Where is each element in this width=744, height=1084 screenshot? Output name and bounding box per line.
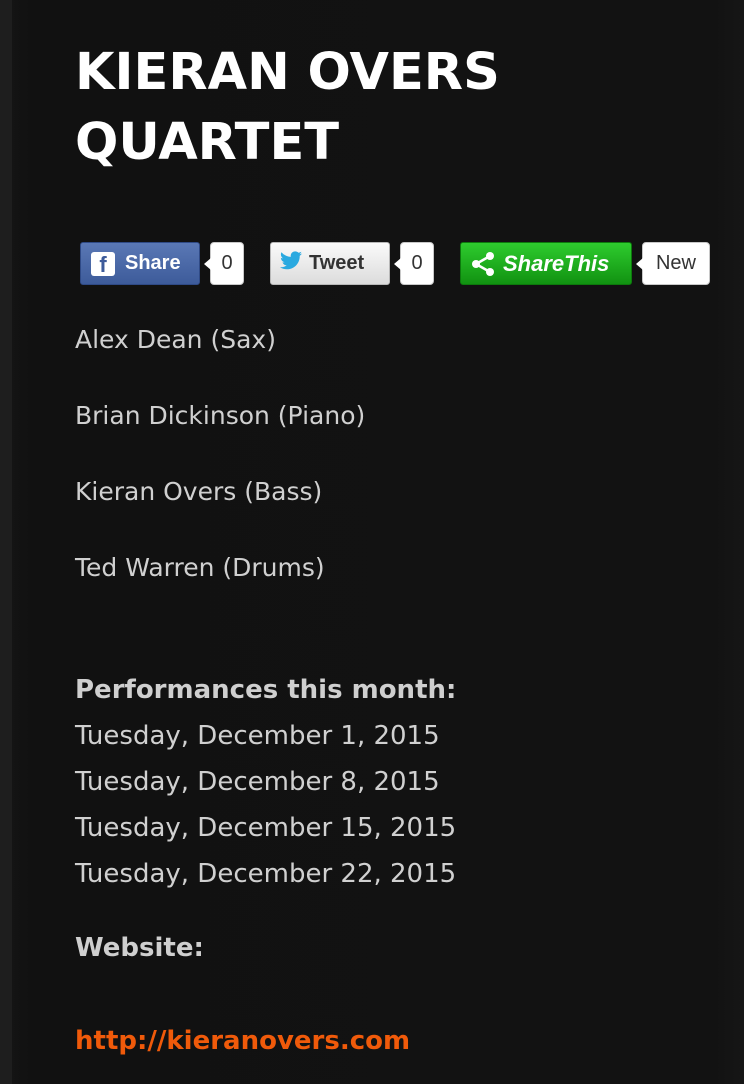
member-item: Ted Warren (Drums) — [75, 553, 325, 582]
facebook-share-button[interactable]: f Share — [80, 242, 200, 285]
sharethis-new-badge: New — [636, 242, 710, 285]
website-link[interactable]: http://kieranovers.com — [75, 1021, 410, 1061]
sharethis-button[interactable]: ShareThis — [460, 242, 632, 285]
member-item: Brian Dickinson (Piano) — [75, 401, 366, 430]
band-header: KIERAN OVERS QUARTET — [75, 38, 725, 178]
performances-section: Performances this month: Tuesday, Decemb… — [75, 670, 456, 900]
facebook-share-label: Share — [125, 252, 181, 274]
performance-dates-list: Tuesday, December 1, 2015 Tuesday, Decem… — [75, 716, 456, 900]
member-item: Alex Dean (Sax) — [75, 325, 276, 354]
facebook-icon: f — [91, 251, 115, 277]
share-icon — [469, 250, 497, 278]
band-members-list: Alex Dean (Sax) Brian Dickinson (Piano) … — [75, 320, 365, 624]
performance-date: Tuesday, December 15, 2015 — [75, 813, 457, 843]
page-title-line-1: KIERAN OVERS — [75, 43, 500, 102]
performance-date: Tuesday, December 1, 2015 — [75, 721, 440, 751]
twitter-tweet-button[interactable]: Tweet — [270, 242, 390, 285]
twitter-bird-icon — [279, 250, 303, 278]
performance-date: Tuesday, December 22, 2015 — [75, 859, 457, 889]
sharethis-label: ShareThis — [503, 250, 610, 276]
page-left-border — [0, 0, 12, 1084]
website-label: Website: — [75, 933, 204, 963]
twitter-tweet-label: Tweet — [309, 252, 365, 274]
performance-date: Tuesday, December 8, 2015 — [75, 767, 440, 797]
twitter-tweet-count: 0 — [394, 242, 434, 285]
social-share-bar: f Share 0 Tweet 0 ShareThis New — [80, 242, 720, 286]
member-item: Kieran Overs (Bass) — [75, 477, 323, 506]
page-title: KIERAN OVERS QUARTET — [75, 38, 725, 178]
facebook-share-count: 0 — [204, 242, 244, 285]
page-title-line-2: QUARTET — [75, 113, 340, 172]
performances-heading: Performances this month: — [75, 675, 457, 705]
